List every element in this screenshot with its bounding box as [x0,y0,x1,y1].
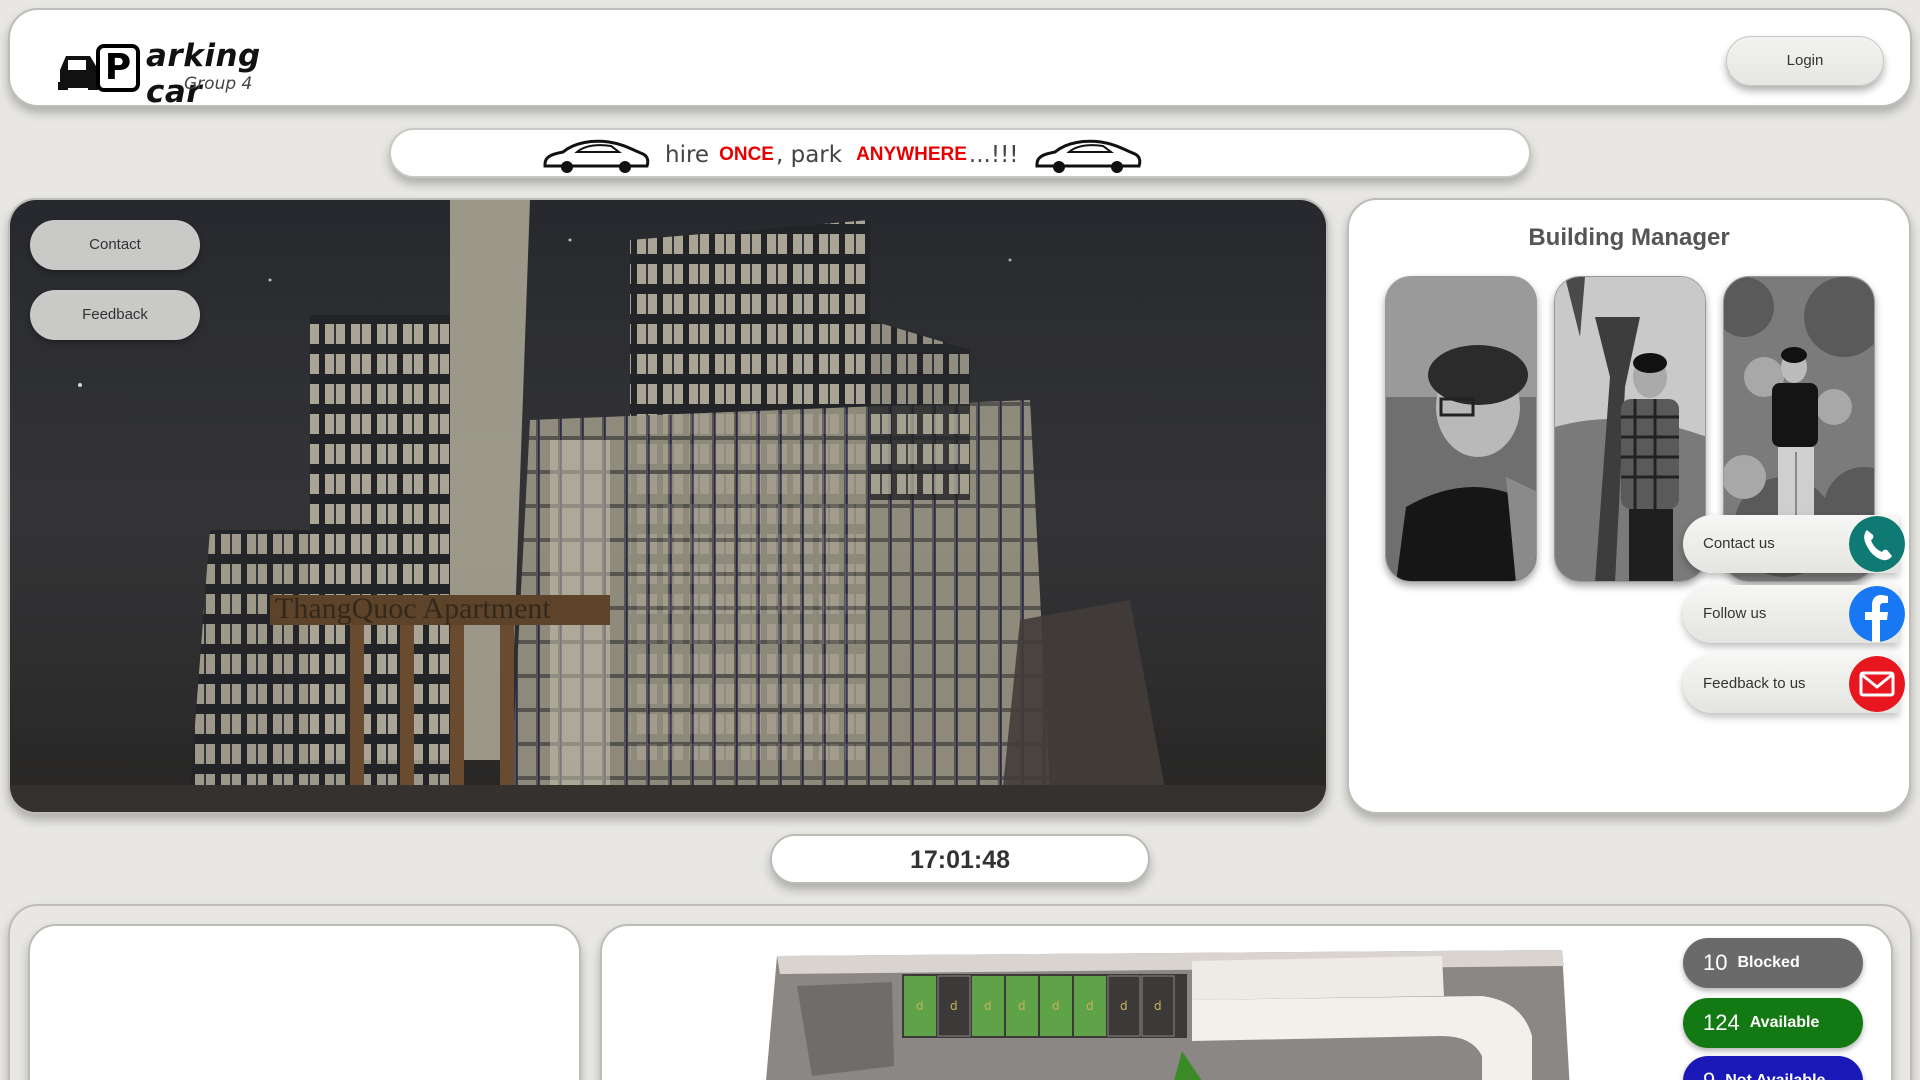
brand-group: Group 4 [184,74,253,94]
follow-us-button[interactable]: Follow us [1683,585,1905,643]
slot-label: d [1154,999,1162,1013]
parking-map-panel: d d d d d d d d 10 Blocked 124 Available… [600,924,1893,1080]
slogan-text-2: , park [775,142,843,168]
phone-icon [1849,516,1905,572]
contact-button[interactable]: Contact [30,220,200,270]
logo-p-letter: P [96,44,140,92]
facebook-icon [1849,586,1905,642]
login-button[interactable]: Login [1726,36,1884,86]
slot-label: d [1120,999,1128,1013]
slot-label: d [1052,999,1060,1013]
slot-label: d [950,999,958,1013]
feedback-to-us-label: Feedback to us [1703,675,1806,692]
slogan-highlight-anywhere: ANYWHERE [856,144,967,165]
available-label: Available [1749,1014,1820,1031]
apartment-render-image: ThangQuoc Apartment [10,200,1326,812]
feedback-to-us-button[interactable]: Feedback to us [1683,655,1905,713]
car-silhouette-icon [1035,139,1141,173]
blocked-count: 10 [1703,950,1728,975]
mail-icon [1849,656,1905,712]
slot-label: d [1018,999,1026,1013]
clock-display: 17:01:48 [770,834,1150,884]
contact-us-label: Contact us [1703,535,1775,552]
available-count: 124 [1703,1010,1740,1035]
blocked-count-badge: 10 Blocked [1683,938,1863,988]
slogan-highlight-once: ONCE [719,144,774,165]
not-available-count: 9 [1703,1068,1715,1080]
parking-info-panel [28,924,581,1080]
building-manager-panel: Building Manager Contact us Follow us Fe… [1347,198,1911,814]
not-available-label: Not Available [1725,1072,1825,1080]
follow-us-label: Follow us [1703,605,1767,622]
hero-building-image: ThangQuoc Apartment Contact Feedback [8,198,1328,814]
manager-title: Building Manager [1528,224,1730,251]
not-available-count-badge: 9 Not Available [1683,1056,1863,1080]
blocked-label: Blocked [1737,954,1800,971]
slogan-banner: hire ONCE , park ANYWHERE ...!!! [389,128,1531,178]
clock-time: 17:01:48 [909,846,1011,874]
car-silhouette-icon [543,139,650,173]
brand-logo[interactable]: P arking car Group 4 [50,30,310,110]
slot-label: d [916,999,924,1013]
available-count-badge: 124 Available [1683,998,1863,1048]
slot-label: d [1086,999,1094,1013]
slot-label: d [984,999,992,1013]
slogan-text-3: ...!!! [968,142,1019,168]
slogan-text-1: hire [665,142,710,168]
contact-us-button[interactable]: Contact us [1683,515,1905,573]
manager-photo-1 [1385,276,1537,582]
header-bar: P arking car Group 4 Login [8,8,1912,110]
feedback-button[interactable]: Feedback [30,290,200,340]
